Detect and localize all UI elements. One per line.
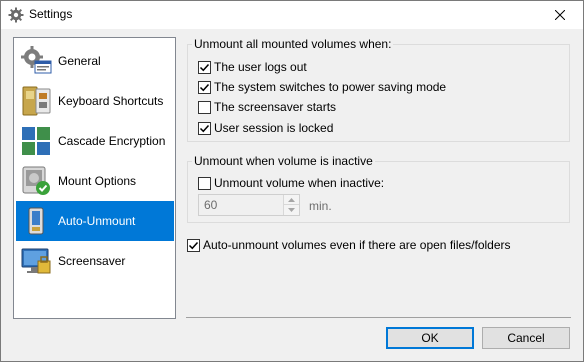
spinner-down-button[interactable] (283, 205, 299, 215)
settings-category-list: General Keyboard Shortcuts Cascade Encry… (13, 37, 176, 319)
checkmark-icon (199, 63, 210, 71)
sidebar-item-general[interactable]: General (16, 41, 174, 81)
sidebar-item-label: Cascade Encryption (58, 134, 166, 148)
inactive-checkbox[interactable] (198, 176, 211, 190)
window-title: Settings (29, 7, 73, 21)
inactive-minutes-value[interactable]: 60 (204, 198, 217, 212)
sidebar-item-mount-options[interactable]: Mount Options (16, 161, 174, 201)
sidebar-item-label: General (58, 54, 101, 68)
close-button[interactable] (537, 1, 583, 29)
inactive-minutes-spinner[interactable]: 60 (198, 194, 300, 216)
ok-button[interactable]: OK (386, 327, 474, 349)
power-saving-checkbox-row[interactable]: The system switches to power saving mode (198, 80, 446, 94)
auto-unmount-icon (28, 207, 44, 235)
footer-divider (186, 317, 571, 318)
screensaver-checkbox-row[interactable]: The screensaver starts (198, 100, 336, 114)
mount-options-icon (22, 166, 50, 195)
checkmark-icon (188, 241, 199, 249)
cancel-button[interactable]: Cancel (482, 327, 570, 349)
sidebar-item-label: Keyboard Shortcuts (58, 94, 164, 108)
sidebar-item-label: Mount Options (58, 174, 137, 188)
checkbox-label: Unmount volume when inactive: (214, 176, 385, 190)
checkbox-label: User session is locked (214, 121, 334, 135)
sidebar-item-label: Screensaver (58, 254, 126, 268)
checkmark-icon (199, 83, 210, 91)
screensaver-icon (21, 248, 51, 274)
logout-checkbox-row[interactable]: The user logs out (198, 60, 307, 74)
sidebar-item-label: Auto-Unmount (58, 214, 136, 228)
sidebar-item-screensaver[interactable]: Screensaver (16, 241, 174, 281)
sidebar-item-cascade-encryption[interactable]: Cascade Encryption (16, 121, 174, 161)
sidebar-item-auto-unmount[interactable]: Auto-Unmount (16, 201, 174, 241)
checkbox-label: The system switches to power saving mode (214, 80, 447, 94)
settings-gear-icon (8, 7, 24, 23)
spinner-up-button[interactable] (283, 195, 299, 205)
checkbox-label: The user logs out (214, 60, 307, 74)
cascade-encryption-icon (22, 127, 50, 155)
logout-checkbox[interactable] (198, 60, 211, 74)
session-locked-checkbox-row[interactable]: User session is locked (198, 121, 333, 135)
open-files-checkbox[interactable] (187, 238, 200, 252)
open-files-checkbox-row[interactable]: Auto-unmount volumes even if there are o… (187, 238, 511, 252)
keyboard-shortcuts-icon (22, 86, 51, 116)
close-icon (555, 10, 565, 20)
session-locked-checkbox[interactable] (198, 121, 211, 135)
inactive-checkbox-row[interactable]: Unmount volume when inactive: (198, 176, 384, 190)
chevron-up-icon (288, 197, 295, 202)
power-saving-checkbox[interactable] (198, 80, 211, 94)
checkmark-icon (199, 124, 210, 132)
screensaver-checkbox[interactable] (198, 100, 211, 114)
minutes-unit-label: min. (309, 199, 332, 213)
checkbox-label: Auto-unmount volumes even if there are o… (203, 238, 511, 252)
chevron-down-icon (288, 208, 295, 212)
general-settings-icon (21, 46, 52, 74)
inactive-legend: Unmount when volume is inactive (192, 154, 375, 168)
unmount-when-legend: Unmount all mounted volumes when: (192, 37, 394, 51)
sidebar-item-keyboard-shortcuts[interactable]: Keyboard Shortcuts (16, 81, 174, 121)
settings-window: Settings General Keyboard Shortcuts Casc… (0, 0, 584, 362)
title-bar: Settings (1, 1, 583, 29)
checkbox-label: The screensaver starts (214, 100, 337, 114)
